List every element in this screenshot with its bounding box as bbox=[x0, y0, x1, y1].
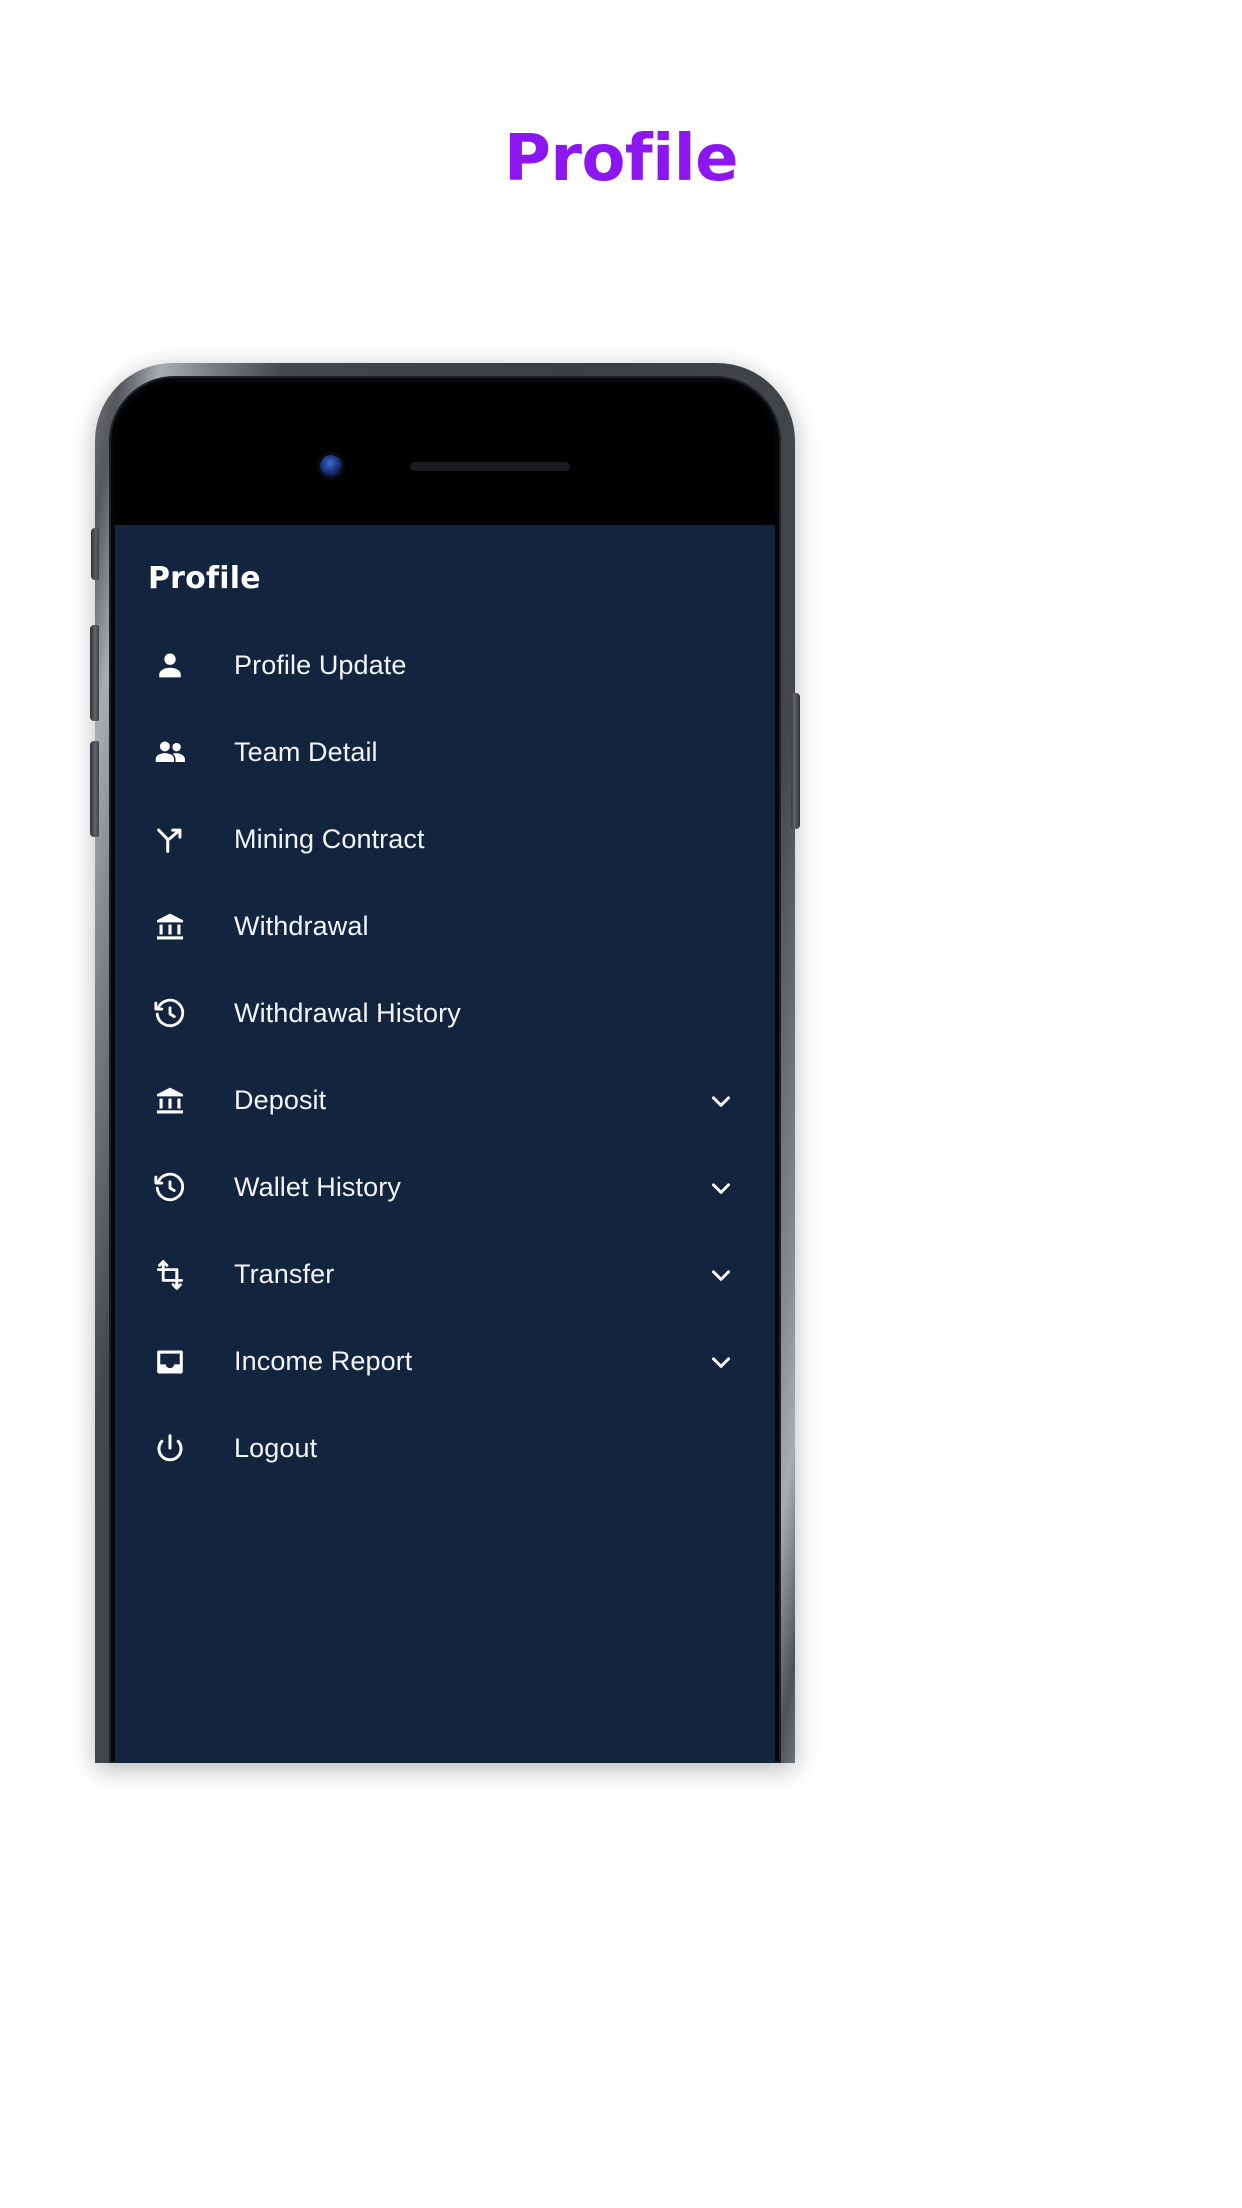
menu-item-label: Logout bbox=[234, 1433, 318, 1463]
menu-item-withdrawal[interactable]: Withdrawal bbox=[115, 883, 775, 970]
call-split-arrow-icon bbox=[148, 822, 192, 858]
camera-lens-icon bbox=[320, 455, 342, 477]
menu-item-deposit[interactable]: Deposit bbox=[115, 1057, 775, 1144]
menu-item-label: Wallet History bbox=[234, 1172, 401, 1202]
person-icon bbox=[148, 648, 192, 684]
chevron-down-icon[interactable] bbox=[705, 1085, 737, 1117]
menu-item-label: Deposit bbox=[234, 1085, 327, 1115]
transform-arrows-icon bbox=[148, 1257, 192, 1293]
page-title: Profile bbox=[503, 122, 739, 196]
page-root: Profile Profile Profile Update Team Deta… bbox=[0, 0, 1242, 2208]
app-header-title: Profile bbox=[148, 561, 261, 596]
inbox-icon bbox=[148, 1344, 192, 1380]
history-clock-icon bbox=[148, 1170, 192, 1206]
menu-item-label: Withdrawal bbox=[234, 911, 369, 941]
chevron-down-icon[interactable] bbox=[705, 1172, 737, 1204]
bank-icon bbox=[148, 1083, 192, 1119]
menu-item-label: Transfer bbox=[234, 1259, 335, 1289]
power-button[interactable] bbox=[791, 693, 800, 829]
menu-item-logout[interactable]: Logout bbox=[115, 1405, 775, 1492]
chevron-down-icon[interactable] bbox=[705, 1346, 737, 1378]
silent-switch[interactable] bbox=[91, 528, 99, 580]
profile-menu-list: Profile Update Team Detail Mining Contra… bbox=[115, 612, 775, 1492]
volume-up-button[interactable] bbox=[90, 625, 99, 721]
menu-item-profile-update[interactable]: Profile Update bbox=[115, 622, 775, 709]
menu-item-label: Mining Contract bbox=[234, 824, 425, 854]
menu-item-label: Profile Update bbox=[234, 650, 407, 680]
phone-mockup: Profile Profile Update Team Detail Minin… bbox=[90, 363, 800, 1763]
menu-item-mining-contract[interactable]: Mining Contract bbox=[115, 796, 775, 883]
app-header: Profile bbox=[115, 525, 775, 612]
menu-item-label: Withdrawal History bbox=[234, 998, 461, 1028]
menu-item-withdrawal-history[interactable]: Withdrawal History bbox=[115, 970, 775, 1057]
app-screen: Profile Profile Update Team Detail Minin… bbox=[115, 525, 775, 1763]
volume-down-button[interactable] bbox=[90, 741, 99, 837]
menu-item-label: Team Detail bbox=[234, 737, 378, 767]
power-icon bbox=[148, 1431, 192, 1467]
chevron-down-icon[interactable] bbox=[705, 1259, 737, 1291]
menu-item-wallet-history[interactable]: Wallet History bbox=[115, 1144, 775, 1231]
history-clock-icon bbox=[148, 996, 192, 1032]
menu-item-label: Income Report bbox=[234, 1346, 413, 1376]
menu-item-income-report[interactable]: Income Report bbox=[115, 1318, 775, 1405]
people-group-icon bbox=[148, 735, 192, 771]
menu-item-team-detail[interactable]: Team Detail bbox=[115, 709, 775, 796]
earpiece-speaker-icon bbox=[410, 462, 570, 471]
menu-item-transfer[interactable]: Transfer bbox=[115, 1231, 775, 1318]
bank-icon bbox=[148, 909, 192, 945]
